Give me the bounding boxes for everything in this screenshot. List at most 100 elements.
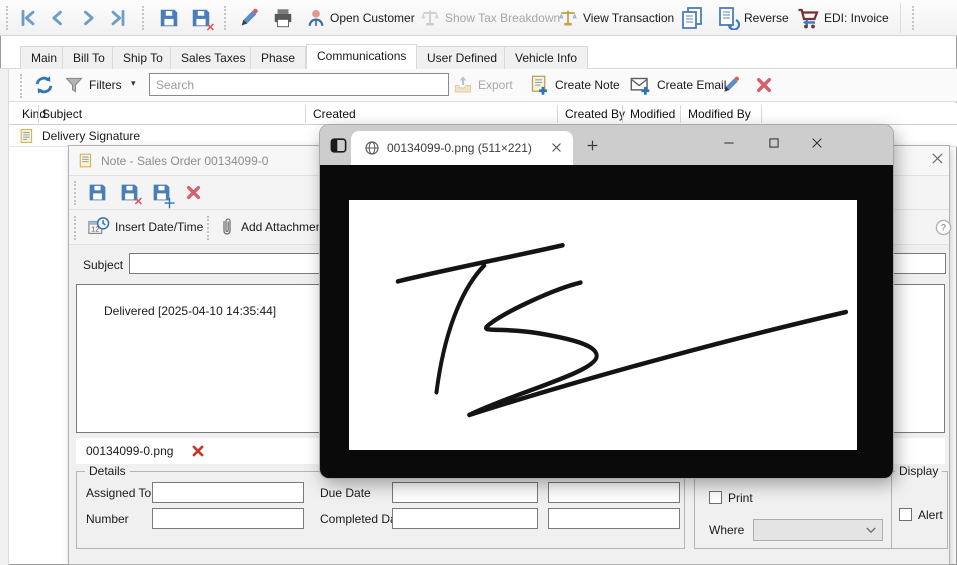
column-created-by[interactable]: Created By <box>565 107 625 121</box>
due-date-input[interactable]: - - <box>392 482 538 503</box>
new-tab-button[interactable] <box>586 139 599 155</box>
where-select[interactable] <box>753 519 883 541</box>
viewer-titlebar[interactable]: 00134099-0.png (511×221) <box>320 125 893 165</box>
insert-datetime-button[interactable]: 12 <box>87 216 110 241</box>
help-button[interactable]: ? <box>935 219 952 239</box>
tab-user-defined[interactable]: User Defined <box>416 46 508 69</box>
details-group-title: Details <box>85 464 130 478</box>
row-subject[interactable]: Delivery Signature <box>42 129 140 143</box>
filters-dropdown-caret-icon[interactable]: ▾ <box>131 78 136 89</box>
tab-close-button[interactable] <box>551 142 562 156</box>
open-customer-button[interactable] <box>306 7 326 32</box>
tab-vehicle-info[interactable]: Vehicle Info <box>504 46 588 69</box>
toolbar-grip <box>912 6 915 30</box>
refresh-icon <box>33 74 55 96</box>
note-save-button[interactable] <box>87 182 108 206</box>
number-label: Number <box>86 512 129 526</box>
column-modified-by[interactable]: Modified By <box>688 107 751 121</box>
previous-record-button[interactable] <box>48 8 68 31</box>
tab-sales-taxes[interactable]: Sales Taxes <box>170 46 256 69</box>
filters-button[interactable] <box>64 75 84 98</box>
column-separator <box>622 105 623 123</box>
export-label[interactable]: Export <box>478 78 513 92</box>
completed-date-lookup-icon[interactable] <box>487 511 535 529</box>
first-record-button[interactable] <box>18 8 38 31</box>
alert-checkbox[interactable] <box>899 508 912 521</box>
number-input[interactable]: 0.000 <box>152 508 304 529</box>
create-email-button[interactable] <box>629 75 652 99</box>
delete-note-button[interactable] <box>755 76 773 97</box>
open-customer-label[interactable]: Open Customer <box>330 11 415 25</box>
close-icon <box>551 142 562 153</box>
save-icon <box>87 182 108 203</box>
first-record-icon <box>18 8 38 28</box>
delete-x-icon <box>191 444 205 458</box>
export-button[interactable] <box>453 75 473 98</box>
toolbar-separator <box>900 3 901 33</box>
assigned-to-input[interactable] <box>152 482 304 503</box>
assigned-to-lookup-icon[interactable] <box>253 485 301 503</box>
save-icon <box>158 7 180 29</box>
svg-text:?: ? <box>941 223 947 233</box>
print-button[interactable] <box>272 7 294 32</box>
column-modified[interactable]: Modified <box>630 107 675 121</box>
dialog-close-button[interactable] <box>931 152 944 168</box>
add-attachment-label[interactable]: Add Attachment <box>241 220 326 234</box>
view-transaction-button[interactable] <box>558 7 578 32</box>
application-window: ✕ Open Customer Show Tax Breakdown View … <box>0 0 957 565</box>
tab-layout-icon[interactable] <box>329 136 348 158</box>
due-date-lookup-icon[interactable] <box>487 485 535 503</box>
save-close-button[interactable]: ✕ <box>190 7 212 32</box>
main-toolbar: ✕ Open Customer Show Tax Breakdown View … <box>0 0 957 36</box>
column-separator <box>305 105 306 123</box>
save-button[interactable] <box>158 7 180 32</box>
show-tax-breakdown-label[interactable]: Show Tax Breakdown <box>445 11 560 25</box>
column-subject[interactable]: Subject <box>42 107 82 121</box>
create-note-button[interactable] <box>529 74 550 100</box>
filters-label[interactable]: Filters <box>89 78 122 92</box>
remove-attachment-button[interactable] <box>191 444 205 461</box>
completed-time-input[interactable]: 02:35 PM <box>548 508 680 529</box>
column-created[interactable]: Created <box>313 107 356 121</box>
tab-main[interactable]: Main <box>20 46 68 69</box>
minimize-button[interactable] <box>722 136 740 154</box>
maximize-button[interactable] <box>767 136 785 154</box>
tab-phase[interactable]: Phase <box>250 46 306 69</box>
edi-invoice-label[interactable]: EDI: Invoice <box>824 11 889 25</box>
subject-lookup-icon[interactable] <box>900 256 942 274</box>
note-save-new-button[interactable]: ＋ <box>151 182 172 206</box>
view-transaction-label[interactable]: View Transaction <box>583 11 674 25</box>
tab-ship-to[interactable]: Ship To <box>112 46 174 69</box>
refresh-button[interactable] <box>33 74 55 99</box>
assigned-to-label: Assigned To <box>86 486 151 500</box>
insert-datetime-label[interactable]: Insert Date/Time <box>115 220 203 234</box>
create-email-label[interactable]: Create Email <box>657 78 726 92</box>
details-group: Details Assigned To Due Date - - : AM Nu… <box>76 471 685 549</box>
reverse-button[interactable] <box>716 6 740 33</box>
due-time-input[interactable]: : AM <box>548 482 680 503</box>
last-record-icon <box>108 8 128 28</box>
create-note-label[interactable]: Create Note <box>555 78 620 92</box>
plus-badge-icon: ＋ <box>163 198 176 209</box>
note-dialog-title: Note - Sales Order 00134099-0 <box>101 154 268 168</box>
edi-invoice-button[interactable] <box>796 6 820 33</box>
search-input[interactable] <box>149 73 449 96</box>
show-tax-breakdown-button[interactable] <box>420 7 440 32</box>
tab-bill-to[interactable]: Bill To <box>62 46 116 69</box>
signature-image[interactable] <box>349 200 857 450</box>
edit-button[interactable] <box>238 7 260 32</box>
reverse-label[interactable]: Reverse <box>744 11 789 25</box>
attachment-name[interactable]: 00134099-0.png <box>86 444 173 458</box>
add-attachment-button[interactable] <box>219 216 235 241</box>
completed-date-input[interactable]: 2025-04-10 <box>392 508 538 529</box>
next-record-button[interactable] <box>78 8 98 31</box>
copy-button[interactable] <box>680 6 704 33</box>
last-record-button[interactable] <box>108 8 128 31</box>
window-close-button[interactable] <box>810 136 828 154</box>
viewer-active-tab[interactable]: 00134099-0.png (511×221) <box>351 131 573 165</box>
note-save-close-button[interactable]: ✕ <box>119 182 140 206</box>
print-checkbox[interactable] <box>709 491 722 504</box>
edit-note-button[interactable] <box>721 75 741 98</box>
note-cancel-button[interactable] <box>185 184 202 204</box>
tab-communications[interactable]: Communications <box>306 44 417 69</box>
